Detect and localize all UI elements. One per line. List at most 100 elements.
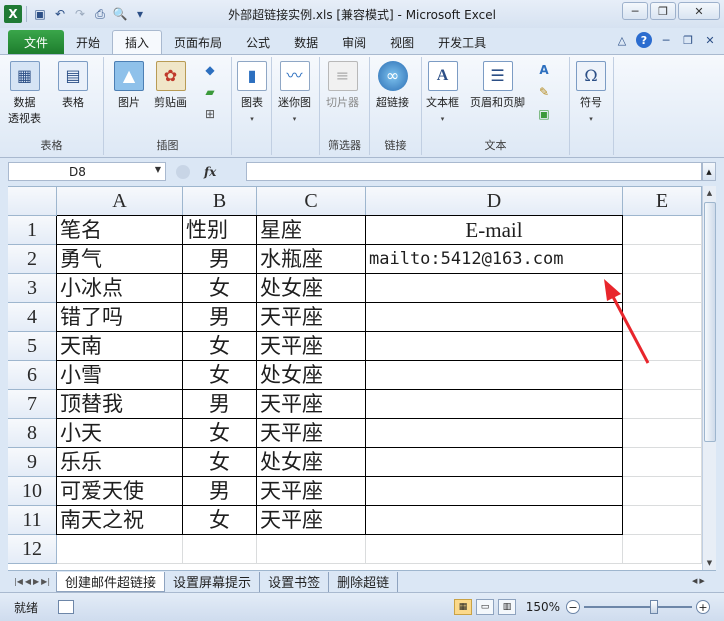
tab-formulas[interactable]: 公式 [234, 30, 282, 54]
maximize-button[interactable]: ❐ [650, 2, 676, 20]
hyperlink-button[interactable]: ∞ 超链接 [376, 61, 409, 111]
save-icon[interactable]: ▣ [31, 5, 49, 23]
header-footer-icon: ☰ [482, 61, 513, 91]
first-sheet-icon[interactable]: |◀ [14, 577, 23, 586]
chart-icon: ▮ [237, 61, 267, 91]
picture-button[interactable]: ▲ 图片 [114, 61, 144, 111]
prev-sheet-icon[interactable]: ◀ [25, 577, 31, 586]
group-text-label: 文本 [484, 139, 507, 152]
formula-tools: fx [172, 162, 242, 181]
tab-developer[interactable]: 开发工具 [426, 30, 498, 54]
arrow-shaft [608, 290, 650, 364]
ribbon-right-controls: △ ? ─ ❐ ✕ [614, 32, 718, 48]
group-sparklines: 〰 迷你图 ▾ [272, 57, 320, 155]
sheet-tab-create-mail-link[interactable]: 创建邮件超链接 [56, 571, 166, 592]
last-sheet-icon[interactable]: ▶| [41, 577, 50, 586]
group-links-label: 链接 [384, 139, 407, 152]
slicer-button[interactable]: ≡ 切片器 [326, 61, 359, 111]
shapes-icon[interactable]: ◆ [200, 61, 220, 79]
signature-icon[interactable]: ✎ [534, 83, 554, 101]
page-break-view-icon[interactable]: ▥ [498, 599, 516, 615]
arrow-head [604, 279, 621, 301]
formula-input[interactable] [246, 162, 702, 181]
zoom-in-icon[interactable]: + [696, 600, 710, 614]
sparkline-dropdown-icon: ▾ [292, 115, 297, 123]
smartart-icon[interactable]: ▰ [200, 83, 220, 101]
view-buttons: ▦ ▭ ▥ [454, 599, 516, 615]
symbol-dropdown-icon: ▾ [589, 115, 593, 123]
sheet-nav-buttons: |◀ ◀ ▶ ▶| [8, 577, 56, 586]
group-filter: ≡ 切片器 筛选器 [320, 57, 370, 155]
next-sheet-icon[interactable]: ▶ [33, 577, 39, 586]
symbol-button[interactable]: Ω 符号 ▾ [576, 61, 606, 127]
excel-icon[interactable]: X [4, 5, 22, 23]
header-footer-button[interactable]: ☰ 页眉和页脚 [470, 61, 525, 111]
sparkline-button[interactable]: 〰 迷你图 ▾ [278, 61, 311, 127]
pivot-table-button[interactable]: ▦ 数据 透视表 [8, 61, 41, 127]
table-button[interactable]: ▤ 表格 [58, 61, 88, 111]
scroll-left-icon[interactable]: ◀ [692, 577, 697, 585]
clipart-icon: ✿ [155, 61, 186, 91]
scroll-thumb[interactable] [704, 202, 716, 442]
group-text: A 文本框 ▾ ☰ 页眉和页脚 A ✎ ▣ 文本 [422, 57, 570, 155]
sheet-tab-delete-link[interactable]: 删除超链 [329, 571, 399, 592]
status-ready-text: 就绪 [14, 600, 39, 615]
clipart-button[interactable]: ✿ 剪贴画 [154, 61, 187, 111]
group-illustrations-label: 插图 [156, 139, 179, 152]
print-icon[interactable]: ⎙ [91, 5, 109, 23]
doc-minimize-icon[interactable]: ─ [658, 32, 674, 48]
name-box-dropdown-icon[interactable]: ▼ [155, 165, 161, 174]
minimize-ribbon-icon[interactable]: △ [614, 32, 630, 48]
help-icon[interactable]: ? [636, 32, 652, 48]
scroll-down-icon[interactable]: ▼ [703, 556, 716, 570]
tab-data[interactable]: 数据 [282, 30, 330, 54]
scroll-right-icon[interactable]: ▶ [699, 577, 704, 585]
zoom-out-icon[interactable]: − [566, 600, 580, 614]
illustration-small-buttons: ◆ ▰ ⊞ [200, 61, 220, 123]
formula-divider-handle[interactable] [176, 164, 190, 179]
tab-view[interactable]: 视图 [378, 30, 426, 54]
name-box[interactable]: D8 ▼ [8, 162, 166, 181]
doc-close-icon[interactable]: ✕ [702, 32, 718, 48]
wordart-icon[interactable]: A [534, 61, 554, 79]
separator [26, 6, 27, 22]
chart-button[interactable]: ▮ 图表 ▾ [237, 61, 267, 127]
vertical-scrollbar[interactable]: ▲ ▼ [702, 186, 716, 570]
slicer-label: 切片器 [326, 96, 359, 109]
scroll-up-icon[interactable]: ▲ [703, 186, 716, 200]
tab-review[interactable]: 审阅 [330, 30, 378, 54]
textbox-icon: A [427, 61, 458, 91]
zoom-slider-knob[interactable] [650, 600, 658, 614]
picture-icon: ▲ [114, 61, 144, 91]
customize-qat-icon[interactable]: ▾ [131, 5, 149, 23]
tab-page-layout[interactable]: 页面布局 [162, 30, 234, 54]
name-box-value: D8 [69, 164, 86, 179]
worksheet-grid[interactable]: A B C D E 1 笔名 性别 星座 E-mail 2 勇气男水瓶座 mailto:5412@163… [8, 186, 702, 570]
screenshot-icon[interactable]: ⊞ [200, 105, 220, 123]
group-filter-label: 筛选器 [328, 139, 361, 152]
object-icon[interactable]: ▣ [534, 105, 554, 123]
minimize-button[interactable]: ─ [622, 2, 648, 20]
sheet-tab-bookmark[interactable]: 设置书签 [260, 571, 330, 592]
undo-icon[interactable]: ↶ [51, 5, 69, 23]
tab-home[interactable]: 开始 [64, 30, 112, 54]
page-layout-view-icon[interactable]: ▭ [476, 599, 494, 615]
close-button[interactable]: ✕ [678, 2, 720, 20]
insert-function-button[interactable]: fx [204, 165, 216, 179]
tab-insert[interactable]: 插入 [112, 30, 163, 54]
zoom-level[interactable]: 150% [526, 600, 560, 614]
red-annotation-arrow [604, 279, 650, 364]
sheet-tab-screen-tip[interactable]: 设置屏幕提示 [165, 571, 261, 592]
sheet-tab-bar: |◀ ◀ ▶ ▶| 创建邮件超链接 设置屏幕提示 设置书签 删除超链 ◀ ▶ [8, 570, 716, 592]
tab-file[interactable]: 文件 [8, 30, 64, 54]
expand-formula-bar-icon[interactable]: ▲ [702, 162, 716, 181]
doc-restore-icon[interactable]: ❐ [680, 32, 696, 48]
sparkline-icon: 〰 [279, 61, 310, 91]
macro-record-icon[interactable] [58, 600, 75, 614]
zoom-slider[interactable] [584, 600, 692, 614]
print-preview-icon[interactable]: 🔍 [111, 5, 129, 23]
normal-view-icon[interactable]: ▦ [454, 599, 472, 615]
redo-icon[interactable]: ↷ [71, 5, 89, 23]
textbox-button[interactable]: A 文本框 ▾ [426, 61, 459, 127]
hyperlink-icon: ∞ [377, 61, 408, 91]
